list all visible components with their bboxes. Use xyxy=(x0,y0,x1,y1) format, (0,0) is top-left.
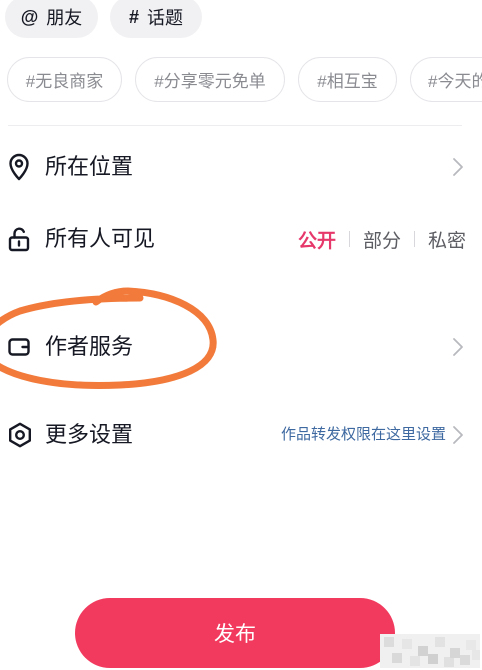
option-separator xyxy=(414,231,416,247)
option-separator xyxy=(349,231,351,247)
location-label: 所在位置 xyxy=(45,154,134,179)
chevron-right-icon xyxy=(453,426,463,444)
visibility-option-partial[interactable]: 部分 xyxy=(363,226,401,253)
mention-friends-label: 朋友 xyxy=(46,8,83,28)
add-topic-label: 话题 xyxy=(147,8,183,28)
location-pin-icon xyxy=(8,139,34,195)
watermark-mosaic xyxy=(380,634,480,668)
visibility-option-public[interactable]: 公开 xyxy=(298,226,336,253)
wallet-icon xyxy=(8,319,34,375)
hashtag-pill[interactable]: #分享零元免单 xyxy=(135,57,285,102)
chevron-right-icon xyxy=(453,158,463,176)
settings-icon xyxy=(8,407,34,463)
publish-button[interactable]: 发布 xyxy=(75,598,395,668)
hash-icon: # xyxy=(128,6,139,27)
author-service-label: 作者服务 xyxy=(45,334,134,359)
visibility-options: 公开 部分 私密 xyxy=(298,211,466,267)
section-divider xyxy=(8,125,462,126)
author-service-row[interactable]: 作者服务 xyxy=(0,319,482,375)
hashtag-pill[interactable]: #相互宝 xyxy=(298,57,397,102)
mention-friends-chip[interactable]: @ 朋友 xyxy=(5,0,98,38)
more-settings-row[interactable]: 更多设置 作品转发权限在这里设置 xyxy=(0,407,482,463)
visibility-option-private[interactable]: 私密 xyxy=(428,226,466,253)
hashtag-suggestions: #无良商家 #分享零元免单 #相互宝 #今天的 xyxy=(0,57,482,103)
publish-settings-page: @ 朋友 # 话题 #无良商家 #分享零元免单 #相互宝 #今天的 所在位置 xyxy=(0,0,482,670)
more-settings-label: 更多设置 xyxy=(45,422,134,447)
visibility-label: 所有人可见 xyxy=(45,226,156,251)
chevron-right-icon xyxy=(453,338,463,356)
add-topic-chip[interactable]: # 话题 xyxy=(110,0,202,38)
at-icon: @ xyxy=(20,6,39,27)
location-row[interactable]: 所在位置 xyxy=(0,139,482,195)
hashtag-pill[interactable]: #今天的 xyxy=(410,57,482,102)
visibility-row: 所有人可见 公开 部分 私密 xyxy=(0,211,482,267)
repost-permission-hint: 作品转发权限在这里设置 xyxy=(280,426,446,443)
hashtag-pill[interactable]: #无良商家 xyxy=(7,57,122,102)
unlock-icon xyxy=(8,211,34,267)
